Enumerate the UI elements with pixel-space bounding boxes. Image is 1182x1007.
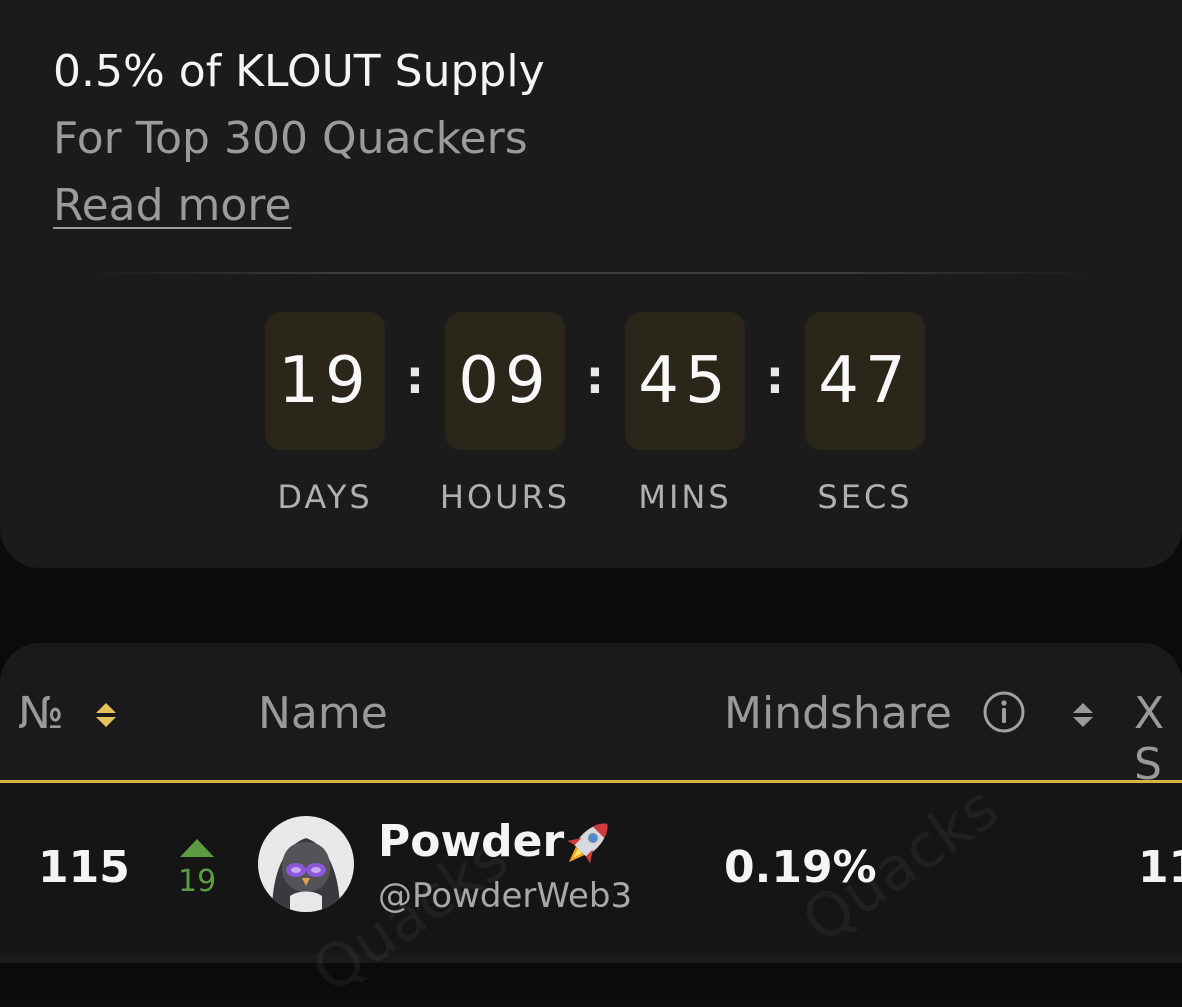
- divider: [90, 272, 1090, 274]
- avatar[interactable]: [258, 816, 354, 912]
- countdown-days-label: DAYS: [277, 478, 373, 516]
- countdown-days: 19: [265, 312, 385, 450]
- column-header-rank[interactable]: №: [18, 688, 64, 739]
- x-value: 11: [1138, 842, 1182, 893]
- countdown-secs-label: SECS: [817, 478, 913, 516]
- rank-change: 19: [178, 864, 217, 899]
- countdown-separator: :: [405, 350, 425, 404]
- user-name[interactable]: Powder: [378, 816, 564, 867]
- promo-title: 0.5% of KLOUT Supply: [53, 46, 545, 97]
- countdown-mins: 45: [625, 312, 745, 450]
- info-icon[interactable]: [982, 690, 1026, 734]
- row-rank: 115: [38, 842, 130, 893]
- countdown-secs: 47: [805, 312, 925, 450]
- column-header-x[interactable]: X S: [1134, 688, 1182, 790]
- sort-icon[interactable]: [94, 700, 118, 730]
- countdown-separator: :: [765, 350, 785, 404]
- countdown-separator: :: [585, 350, 605, 404]
- read-more-link[interactable]: Read more: [53, 180, 292, 231]
- countdown-hours-label: HOURS: [439, 478, 571, 516]
- column-header-mindshare[interactable]: Mindshare: [724, 688, 952, 739]
- countdown-mins-label: MINS: [638, 478, 732, 516]
- rank-up-arrow-icon: [180, 839, 214, 857]
- mindshare-value: 0.19%: [724, 842, 877, 893]
- rocket-icon: [567, 823, 608, 864]
- column-header-name: Name: [258, 688, 388, 739]
- countdown-hours: 09: [445, 312, 565, 450]
- user-handle[interactable]: @PowderWeb3: [378, 876, 632, 916]
- sort-icon[interactable]: [1071, 700, 1095, 730]
- promo-subtitle: For Top 300 Quackers: [53, 113, 528, 164]
